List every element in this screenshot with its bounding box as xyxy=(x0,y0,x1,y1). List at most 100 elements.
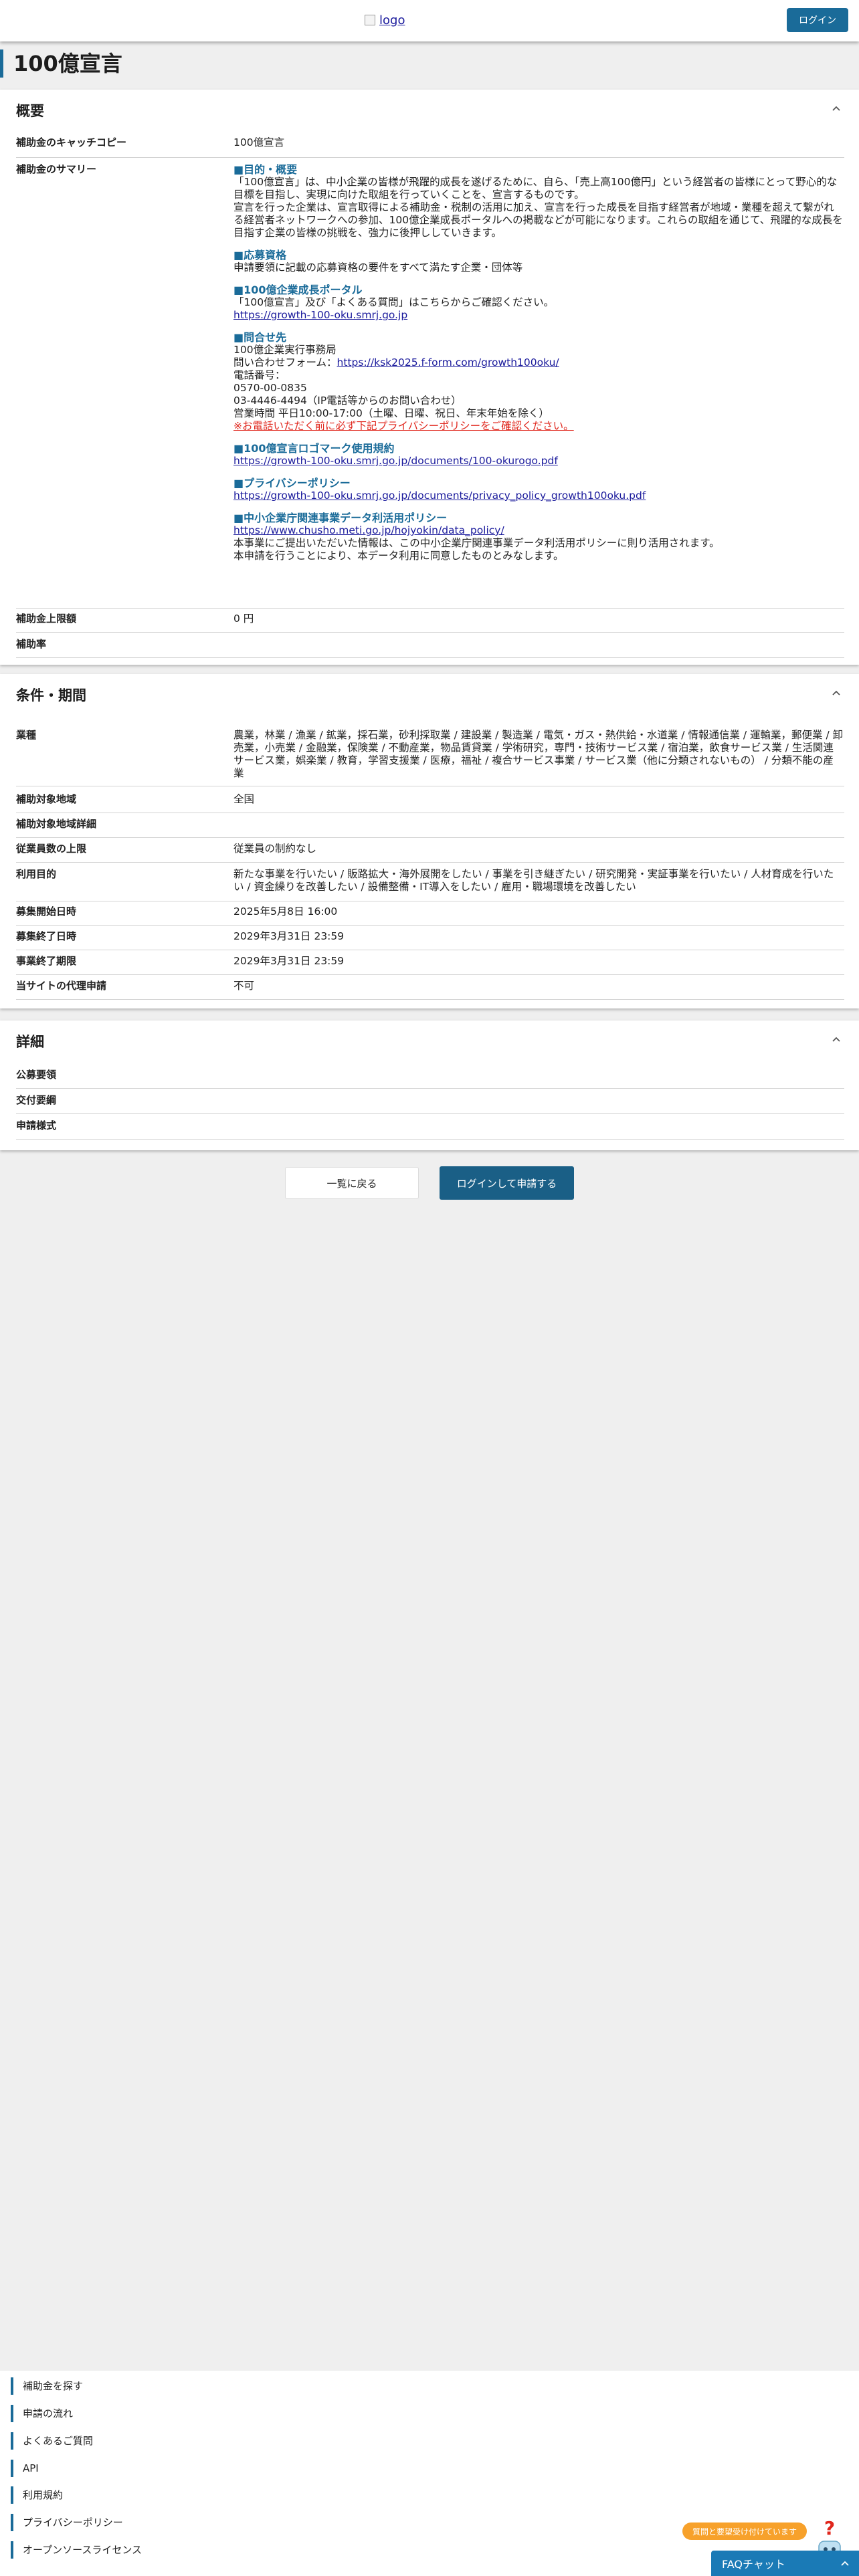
details-row[interactable]: 申請様式 xyxy=(16,1119,844,1140)
section-title: 条件・期間 xyxy=(16,687,86,704)
site-logo[interactable]: logo xyxy=(365,11,405,29)
portal-link[interactable]: https://growth-100-oku.smrj.go.jp xyxy=(233,309,844,322)
row-label: 申請様式 xyxy=(16,1119,57,1132)
faq-chat-label: FAQチャット xyxy=(722,2558,785,2571)
contact-warning: ※お電話いただく前に必ず下記プライバシーポリシーをご確認ください。 xyxy=(233,420,574,432)
contact-hours: 営業時間 平日10:00-17:00（土曜、日曜、祝日、年末年始を除く） xyxy=(233,407,549,419)
project-end-row: 事業終了期限 2029年3月31日 23:59 xyxy=(16,955,844,975)
row-label: 業種 xyxy=(16,729,37,741)
industry-row: 業種 農業，林業 / 漁業 / 鉱業，採石業，砂利採取業 / 建設業 / 製造業… xyxy=(16,729,844,786)
employees-row: 従業員数の上限 従業員の制約なし xyxy=(16,843,844,863)
row-label: 従業員数の上限 xyxy=(16,843,87,855)
login-button[interactable]: ログイン xyxy=(787,8,848,32)
details-row[interactable]: 交付要綱 xyxy=(16,1094,844,1114)
row-label: 補助対象地域詳細 xyxy=(16,818,97,830)
overview-section: 概要 補助金のキャッチコピー 100億宣言 補助金のサマリー ■目的・概要 「1… xyxy=(0,90,859,665)
summary-content: ■目的・概要 「100億宣言」は、中小企業の皆様が飛躍的成長を遂げるために、自ら… xyxy=(233,163,844,562)
privacy-link[interactable]: https://growth-100-oku.smrj.go.jp/docume… xyxy=(233,490,844,502)
overview-header[interactable]: 概要 xyxy=(0,90,859,132)
contact-org: 100億企業実行事務局 xyxy=(233,344,337,356)
row-value: 従業員の制約なし xyxy=(233,843,317,855)
rate-row: 補助率 xyxy=(16,638,844,658)
eligibility-text: 申請要領に記載の応募資格の要件をすべて満たす企業・団体等 xyxy=(233,261,523,274)
privacy-heading: ■プライバシーポリシー xyxy=(233,477,351,490)
chevron-up-icon[interactable] xyxy=(830,102,843,115)
purpose-text-2: 宣言を行った企業は、宣言取得による補助金・税制の活用に加え、宣言を行った成長を目… xyxy=(233,201,843,239)
row-value: 100億宣言 xyxy=(233,136,285,148)
purpose-heading: ■目的・概要 xyxy=(233,163,298,176)
site-header: logo ログイン xyxy=(0,0,859,41)
row-label: 募集終了日時 xyxy=(16,930,77,942)
row-label: 事業終了期限 xyxy=(16,955,77,967)
row-value: 不可 xyxy=(233,980,255,992)
row-value: 新たな事業を行いたい / 販路拡大・海外展開をしたい / 事業を引き継ぎたい /… xyxy=(233,868,834,893)
start-row: 募集開始日時 2025年5月8日 16:00 xyxy=(16,905,844,926)
details-header[interactable]: 詳細 xyxy=(0,1021,859,1063)
row-value: 農業，林業 / 漁業 / 鉱業，採石業，砂利採取業 / 建設業 / 製造業 / … xyxy=(233,729,844,779)
broken-image-icon xyxy=(365,15,375,25)
back-to-list-button[interactable]: 一覧に戻る xyxy=(285,1167,419,1199)
row-label: 補助対象地域 xyxy=(16,793,77,805)
portal-heading: ■100億企業成長ポータル xyxy=(233,284,363,296)
contact-form-link[interactable]: https://ksk2025.f-form.com/growth100oku/ xyxy=(337,356,559,368)
site-footer: 補助金を探す 申請の流れ よくあるご質問 API 利用規約 プライバシーポリシー… xyxy=(0,2371,859,2576)
contact-heading: ■問合せ先 xyxy=(233,331,287,344)
details-row[interactable]: 公募要領 xyxy=(16,1069,844,1089)
details-section: 詳細 公募要領 交付要綱 申請様式 xyxy=(0,1021,859,1150)
row-value: 2029年3月31日 23:59 xyxy=(233,955,345,967)
data-policy-text-2: 本申請を行うことにより、本データ利用に同意したものとみなします。 xyxy=(233,550,564,562)
row-label: 当サイトの代理申請 xyxy=(16,980,107,992)
row-label: 利用目的 xyxy=(16,868,57,880)
page-title: 100億宣言 xyxy=(0,49,122,78)
logo-terms-heading: ■100億宣言ロゴマーク使用規約 xyxy=(233,442,395,455)
portal-text: 「100億宣言」及び「よくある質問」はこちらからご確認ください。 xyxy=(233,296,555,308)
faq-chat-bar[interactable]: FAQチャット xyxy=(711,2551,859,2576)
chevron-up-icon[interactable] xyxy=(830,1033,843,1046)
max-amount-row: 補助金上限額 0 円 xyxy=(16,613,844,633)
contact-form-line: 問い合わせフォーム：https://ksk2025.f-form.com/gro… xyxy=(233,356,844,369)
footer-link[interactable]: 補助金を探す xyxy=(11,2377,83,2395)
section-title: 概要 xyxy=(16,103,44,119)
row-label: 募集開始日時 xyxy=(16,905,77,918)
chevron-up-icon[interactable] xyxy=(839,2557,851,2569)
conditions-header[interactable]: 条件・期間 xyxy=(0,674,859,717)
row-value: 全国 xyxy=(233,793,255,805)
login-and-apply-button[interactable]: ログインして申請する xyxy=(440,1166,574,1200)
footer-link[interactable]: 申請の流れ xyxy=(11,2405,73,2422)
region-detail-row: 補助対象地域詳細 xyxy=(16,818,844,838)
proxy-row: 当サイトの代理申請 不可 xyxy=(16,980,844,1000)
row-label: 補助金のサマリー xyxy=(16,163,97,175)
contact-tel-2: 03-4446-4494（IP電話等からのお問い合わせ） xyxy=(233,395,462,407)
row-value: 2029年3月31日 23:59 xyxy=(233,930,345,942)
logo-link[interactable]: logo xyxy=(379,13,405,27)
footer-link[interactable]: よくあるご質問 xyxy=(11,2432,93,2450)
row-value: 0 円 xyxy=(233,613,254,625)
contact-form-label: 問い合わせフォーム： xyxy=(233,356,337,368)
footer-link[interactable]: API xyxy=(11,2460,39,2477)
footer-link[interactable]: プライバシーポリシー xyxy=(11,2514,123,2531)
row-label: 補助率 xyxy=(16,638,47,650)
data-policy-text-1: 本事業にご提出いただいた情報は、この中小企業庁関連事業データ利活用ポリシーに則り… xyxy=(233,537,720,549)
footer-link[interactable]: 利用規約 xyxy=(11,2486,63,2504)
row-label: 交付要綱 xyxy=(16,1094,57,1106)
data-policy-link[interactable]: https://www.chusho.meti.go.jp/hojyokin/d… xyxy=(233,524,844,537)
chat-invite-badge[interactable]: 質問と要望受け付けています xyxy=(682,2523,807,2540)
row-label: 公募要領 xyxy=(16,1069,57,1081)
row-label: 補助金上限額 xyxy=(16,613,77,625)
conditions-section: 条件・期間 業種 農業，林業 / 漁業 / 鉱業，採石業，砂利採取業 / 建設業… xyxy=(0,674,859,1008)
contact-tel-label: 電話番号： xyxy=(233,369,286,381)
row-label: 補助金のキャッチコピー xyxy=(16,136,127,148)
eligibility-heading: ■応募資格 xyxy=(233,249,287,261)
contact-tel-1: 0570-00-0835 xyxy=(233,382,307,394)
logo-terms-link[interactable]: https://growth-100-oku.smrj.go.jp/docume… xyxy=(233,455,844,467)
section-title: 詳細 xyxy=(16,1034,44,1050)
footer-link[interactable]: オープンソースライセンス xyxy=(11,2541,142,2559)
chevron-up-icon[interactable] xyxy=(830,686,843,700)
data-policy-heading: ■中小企業庁関連事業データ利活用ポリシー xyxy=(233,512,448,524)
svg-text:?: ? xyxy=(824,2517,835,2539)
region-row: 補助対象地域 全国 xyxy=(16,793,844,813)
catchcopy-row: 補助金のキャッチコピー 100億宣言 xyxy=(16,136,844,158)
purpose-text: 「100億宣言」は、中小企業の皆様が飛躍的成長を遂げるために、自ら、「売上高10… xyxy=(233,176,838,201)
purpose-row: 利用目的 新たな事業を行いたい / 販路拡大・海外展開をしたい / 事業を引き継… xyxy=(16,868,844,901)
row-value: 2025年5月8日 16:00 xyxy=(233,905,338,918)
